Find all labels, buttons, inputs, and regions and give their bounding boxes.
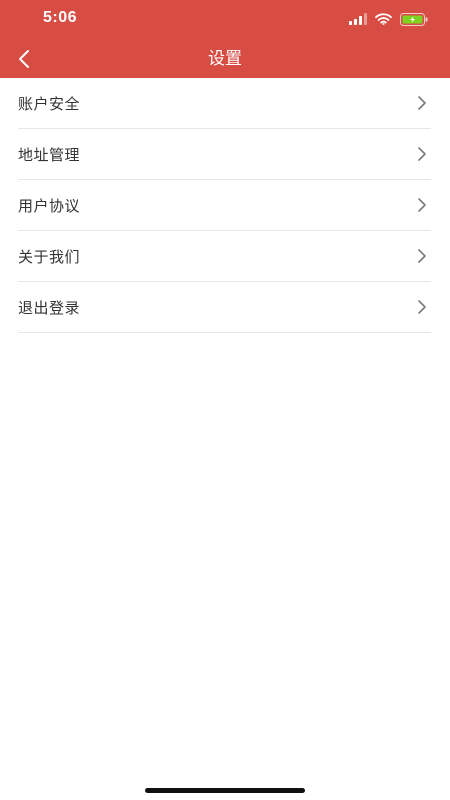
chevron-right-icon [418,249,426,263]
list-item-label: 退出登录 [18,298,81,317]
settings-item-user-agreement[interactable]: 用户协议 [18,180,431,231]
wifi-icon [375,13,392,25]
settings-screen: 5:06 设置 账户安全 地址管理 用户协议 关于我们 退出登录 [0,0,450,800]
battery-charging-icon [400,12,428,26]
list-item-label: 关于我们 [18,247,81,266]
list-item-label: 账户安全 [18,94,81,113]
chevron-right-icon [418,300,426,314]
signal-bars-icon [349,13,367,25]
settings-item-logout[interactable]: 退出登录 [18,282,431,333]
chevron-right-icon [418,96,426,110]
status-time: 5:06 [43,9,78,26]
page-title: 设置 [208,49,242,69]
home-indicator[interactable] [145,788,305,793]
app-header: 5:06 设置 [0,0,450,78]
chevron-right-icon [418,147,426,161]
settings-item-address-management[interactable]: 地址管理 [18,129,431,180]
settings-item-account-security[interactable]: 账户安全 [18,78,431,129]
chevron-right-icon [418,198,426,212]
list-item-label: 地址管理 [18,145,81,164]
list-item-label: 用户协议 [18,196,81,215]
settings-item-about-us[interactable]: 关于我们 [18,231,431,282]
settings-list: 账户安全 地址管理 用户协议 关于我们 退出登录 [18,78,431,333]
status-icons [349,11,428,27]
